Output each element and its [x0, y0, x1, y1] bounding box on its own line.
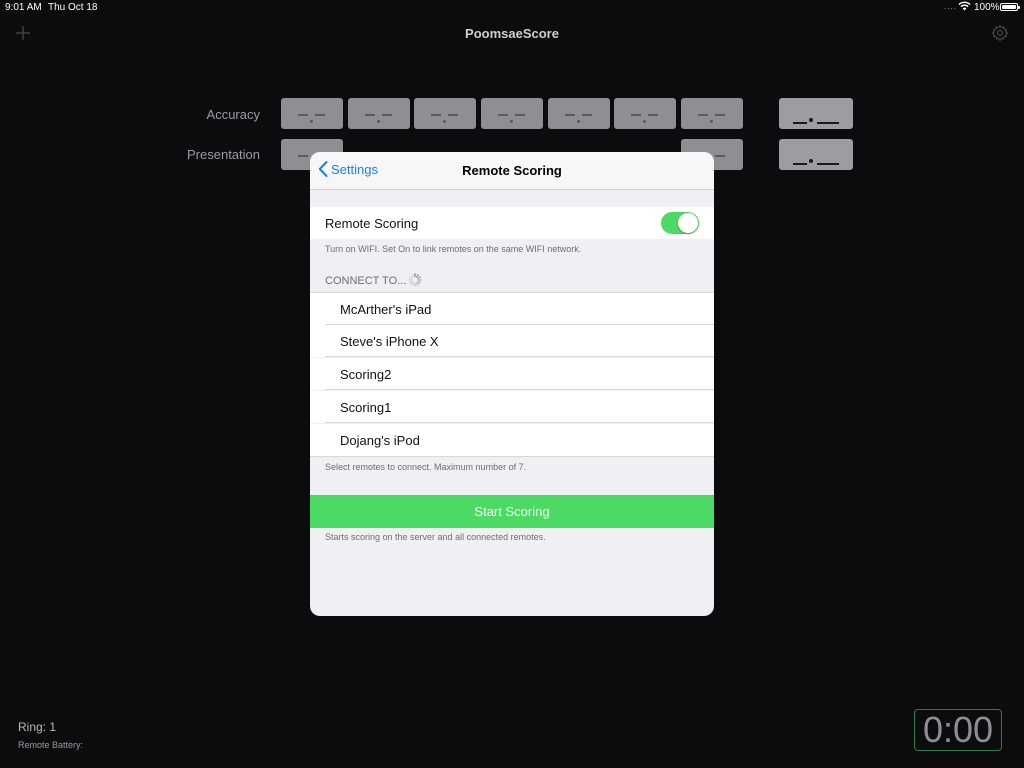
devices-footnote: Select remotes to connect. Maximum numbe…	[325, 462, 527, 472]
accuracy-score-cell[interactable]	[414, 98, 476, 129]
wifi-icon	[958, 1, 971, 14]
modal-header: Settings Remote Scoring	[310, 152, 714, 190]
battery-icon	[1000, 3, 1020, 11]
accuracy-label: Accuracy	[206, 107, 260, 122]
accuracy-score-cell[interactable]	[281, 98, 343, 129]
divider	[325, 422, 714, 423]
page-title: PoomsaeScore	[465, 26, 559, 41]
device-list-item[interactable]: Scoring2	[310, 358, 714, 390]
start-scoring-button[interactable]: Start Scoring	[310, 495, 714, 528]
app-screen: 9:01 AM Thu Oct 18 .... 100% PoomsaeScor…	[0, 0, 1024, 768]
signal-icon: ....	[944, 2, 957, 11]
device-name: Scoring2	[340, 367, 392, 382]
device-name: Steve's iPhone X	[340, 334, 439, 349]
remote-battery-label: Remote Battery:	[18, 740, 84, 750]
accuracy-score-cell[interactable]	[481, 98, 543, 129]
accuracy-score-cell[interactable]	[548, 98, 610, 129]
modal-title: Remote Scoring	[462, 163, 562, 178]
presentation-total	[779, 139, 853, 170]
remote-scoring-label: Remote Scoring	[325, 216, 419, 231]
accuracy-score-cell[interactable]	[348, 98, 410, 129]
ring-label: Ring: 1	[18, 720, 57, 734]
device-list-item[interactable]: Scoring1	[310, 391, 714, 423]
divider	[325, 356, 714, 357]
gear-icon[interactable]	[991, 24, 1009, 42]
remote-scoring-row: Remote Scoring	[310, 207, 714, 239]
device-list-item[interactable]: Dojang's iPod	[310, 424, 714, 457]
device-list-item[interactable]: Steve's iPhone X	[310, 325, 714, 357]
accuracy-total	[779, 98, 853, 129]
accuracy-score-cell[interactable]	[614, 98, 676, 129]
status-bar: 9:01 AM Thu Oct 18 .... 100%	[0, 0, 1024, 16]
status-date: Thu Oct 18	[48, 2, 98, 13]
remote-scoring-modal: Settings Remote Scoring Remote Scoring T…	[310, 152, 714, 616]
divider	[325, 389, 714, 390]
toggle-knob	[678, 213, 698, 233]
device-name: McArther's iPad	[340, 302, 432, 317]
status-time: 9:01 AM	[5, 2, 42, 13]
remote-scoring-toggle[interactable]	[661, 212, 699, 234]
connect-header: CONNECT TO...	[325, 275, 407, 287]
battery-percent: 100%	[974, 2, 1000, 13]
presentation-label: Presentation	[187, 147, 260, 162]
device-list-item[interactable]: McArther's iPad	[310, 292, 714, 325]
device-name: Dojang's iPod	[340, 433, 420, 448]
remote-scoring-footnote: Turn on WIFI. Set On to link remotes on …	[325, 244, 582, 254]
accuracy-score-cell[interactable]	[681, 98, 743, 129]
device-name: Scoring1	[340, 400, 392, 415]
timer-display[interactable]: 0:00	[914, 709, 1002, 751]
start-footnote: Starts scoring on the server and all con…	[325, 532, 546, 542]
spinner-icon	[408, 273, 422, 287]
